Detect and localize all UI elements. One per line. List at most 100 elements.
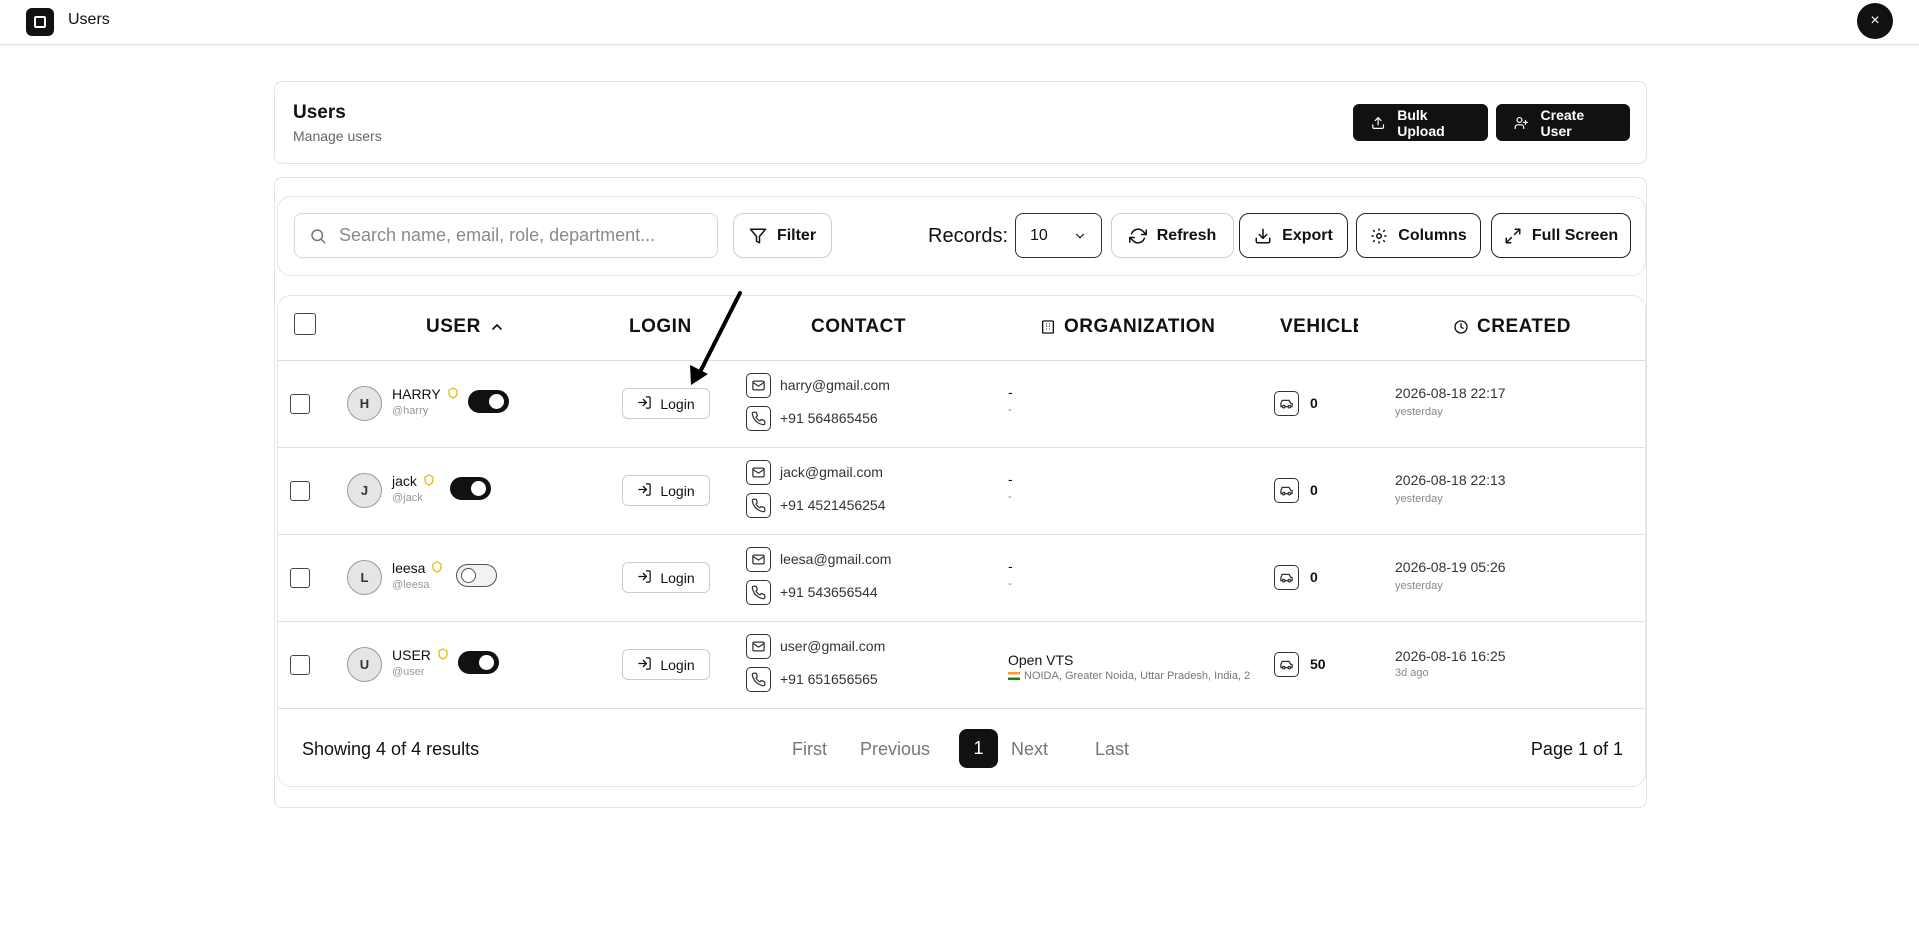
full-screen-button[interactable]: Full Screen bbox=[1491, 213, 1631, 258]
records-per-page-select[interactable]: 10 bbox=[1015, 213, 1102, 258]
user-status-toggle[interactable] bbox=[456, 564, 497, 587]
avatar: J bbox=[347, 473, 382, 508]
column-header-created: CREATED bbox=[1453, 316, 1571, 338]
mail-icon bbox=[746, 547, 771, 572]
user-phone: +91 4521456254 bbox=[780, 497, 886, 513]
user-handle: @jack bbox=[392, 492, 423, 504]
phone-icon bbox=[746, 493, 771, 518]
filter-icon bbox=[749, 228, 767, 243]
create-user-label: Create User bbox=[1540, 106, 1585, 139]
table-footer: Showing 4 of 4 results First Previous 1 … bbox=[278, 709, 1645, 786]
chevron-down-icon bbox=[1075, 233, 1085, 239]
row-checkbox[interactable] bbox=[290, 394, 310, 414]
organization-name: - bbox=[1008, 558, 1013, 574]
car-icon bbox=[1274, 565, 1299, 590]
shield-icon bbox=[423, 473, 435, 489]
created-relative: yesterday bbox=[1395, 406, 1443, 418]
user-status-toggle[interactable] bbox=[450, 477, 491, 500]
login-button-label: Login bbox=[660, 656, 695, 673]
created-relative: 3d ago bbox=[1395, 667, 1429, 679]
user-phone: +91 564865456 bbox=[780, 410, 878, 426]
login-as-user-button[interactable]: Login bbox=[622, 388, 710, 419]
vehicle-count: 50 bbox=[1310, 656, 1326, 672]
user-status-toggle[interactable] bbox=[458, 651, 499, 674]
create-user-button[interactable]: Create User bbox=[1496, 104, 1630, 141]
created-datetime: 2026-08-16 16:25 bbox=[1395, 648, 1506, 664]
created-datetime: 2026-08-19 05:26 bbox=[1395, 559, 1506, 575]
user-email: leesa@gmail.com bbox=[780, 551, 892, 567]
records-label: Records: bbox=[928, 225, 1009, 247]
pagination-next[interactable]: Next bbox=[1011, 739, 1048, 760]
app-logo-icon bbox=[26, 8, 54, 36]
login-button-label: Login bbox=[660, 395, 695, 412]
mail-icon bbox=[746, 373, 771, 398]
search-box bbox=[294, 213, 718, 258]
avatar: L bbox=[347, 560, 382, 595]
column-header-created-label: CREATED bbox=[1477, 316, 1571, 337]
created-datetime: 2026-08-18 22:17 bbox=[1395, 385, 1506, 401]
column-header-user-label: USER bbox=[426, 316, 481, 337]
user-email: harry@gmail.com bbox=[780, 377, 890, 393]
login-icon bbox=[637, 482, 652, 500]
filter-label: Filter bbox=[776, 226, 817, 244]
shield-icon bbox=[431, 560, 443, 576]
user-email: user@gmail.com bbox=[780, 638, 886, 654]
bulk-upload-button[interactable]: Bulk Upload bbox=[1353, 104, 1488, 141]
building-icon bbox=[1042, 320, 1054, 334]
login-as-user-button[interactable]: Login bbox=[622, 475, 710, 506]
user-name: USER bbox=[392, 647, 449, 663]
organization-address-label: - bbox=[1008, 491, 1012, 503]
page-header-card: Users Manage users Bulk Upload Create Us… bbox=[274, 81, 1647, 164]
upload-icon bbox=[1372, 116, 1385, 129]
login-as-user-button[interactable]: Login bbox=[622, 649, 710, 680]
created-relative: yesterday bbox=[1395, 580, 1443, 592]
user-handle: @harry bbox=[392, 405, 429, 417]
column-header-user[interactable]: USER bbox=[426, 316, 505, 338]
mail-icon bbox=[746, 634, 771, 659]
mail-icon bbox=[746, 460, 771, 485]
records-value: 10 bbox=[1030, 226, 1048, 244]
phone-icon bbox=[746, 580, 771, 605]
users-table: USER LOGIN CONTACT ORGANIZATION VEHICLE … bbox=[277, 295, 1646, 787]
page-indicator: Page 1 of 1 bbox=[1530, 739, 1623, 759]
phone-icon bbox=[746, 667, 771, 692]
organization-address-label: - bbox=[1008, 404, 1012, 416]
login-button-label: Login bbox=[660, 569, 695, 586]
login-icon bbox=[637, 656, 652, 674]
pagination-first[interactable]: First bbox=[792, 739, 827, 760]
pagination-page-current[interactable]: 1 bbox=[959, 729, 998, 768]
pagination-previous[interactable]: Previous bbox=[860, 739, 930, 760]
results-summary: Showing 4 of 4 results bbox=[302, 739, 480, 759]
close-button[interactable]: × bbox=[1857, 3, 1893, 39]
organization-name: - bbox=[1008, 471, 1013, 487]
export-button[interactable]: Export bbox=[1239, 213, 1348, 258]
login-as-user-button[interactable]: Login bbox=[622, 562, 710, 593]
column-header-organization-label: ORGANIZATION bbox=[1064, 316, 1216, 337]
refresh-button[interactable]: Refresh bbox=[1111, 213, 1234, 258]
filter-button[interactable]: Filter bbox=[733, 213, 832, 258]
vehicle-count: 0 bbox=[1310, 569, 1318, 585]
user-phone: +91 651656565 bbox=[780, 671, 878, 687]
table-row: U USER @user Login user@gmail.com +91 6516565… bbox=[278, 622, 1645, 709]
window-title: Users bbox=[68, 11, 110, 28]
organization-address: - bbox=[1008, 491, 1012, 503]
login-icon bbox=[637, 395, 652, 413]
search-input[interactable] bbox=[339, 225, 699, 246]
columns-label: Columns bbox=[1398, 226, 1467, 244]
user-name: HARRY bbox=[392, 386, 459, 402]
phone-icon bbox=[746, 406, 771, 431]
column-header-vehicle: VEHICLE bbox=[1280, 316, 1358, 338]
refresh-icon bbox=[1128, 227, 1147, 244]
table-row: Jjack @jack Login jack@gmail.com +91 4521456… bbox=[278, 448, 1645, 535]
car-icon bbox=[1274, 478, 1299, 503]
columns-button[interactable]: Columns bbox=[1356, 213, 1481, 258]
row-checkbox[interactable] bbox=[290, 655, 310, 675]
user-status-toggle[interactable] bbox=[468, 390, 509, 413]
select-all-checkbox[interactable] bbox=[294, 313, 316, 335]
bulk-upload-label: Bulk Upload bbox=[1397, 106, 1445, 139]
row-checkbox[interactable] bbox=[290, 568, 310, 588]
pagination-last[interactable]: Last bbox=[1095, 739, 1129, 760]
row-checkbox[interactable] bbox=[290, 481, 310, 501]
car-icon bbox=[1274, 652, 1299, 677]
column-header-vehicle-label: VEHICLE bbox=[1280, 316, 1358, 337]
